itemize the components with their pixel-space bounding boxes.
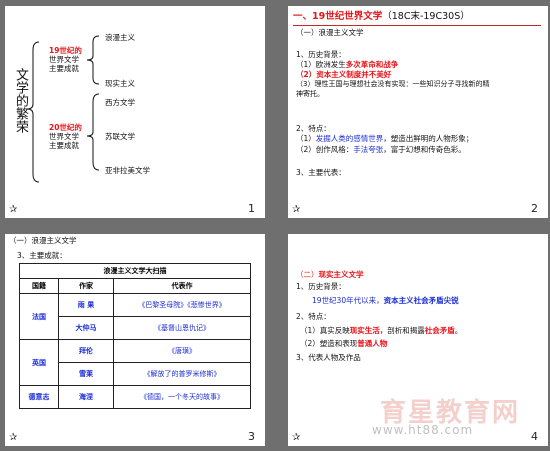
leaf-asia-africa-latam: 亚非拉美文学 bbox=[105, 166, 150, 175]
slide-number: 4 bbox=[531, 430, 538, 443]
background-heading: 1、历史背景： bbox=[296, 50, 346, 59]
achievements-subhead: 3、主要成就： bbox=[17, 251, 67, 260]
table-title: 浪漫主义文学大扫描 bbox=[19, 263, 251, 279]
cell-author: 拜伦 bbox=[58, 339, 114, 363]
cell-country: 德意志 bbox=[19, 385, 59, 409]
star-icon: ✰ bbox=[292, 204, 301, 215]
feature-2: （2）创作风格：手法夸张，富于幻想和传奇色彩。 bbox=[296, 145, 466, 154]
background-item-3b: 神寄托。 bbox=[296, 90, 324, 98]
header-work: 代表作 bbox=[113, 278, 251, 294]
header-author: 作家 bbox=[58, 278, 114, 294]
header-country: 国籍 bbox=[19, 278, 59, 294]
cell-work: 《德国，一个冬天的故事》 bbox=[113, 385, 251, 409]
features-heading: 2、特点： bbox=[296, 124, 331, 133]
section-header: （一）浪漫主义文学 bbox=[9, 236, 77, 245]
cell-author: 海涅 bbox=[58, 385, 114, 409]
background-heading: 1、历史背景： bbox=[296, 282, 346, 291]
cell-work: 《基督山恩仇记》 bbox=[113, 316, 251, 340]
leaf-soviet: 苏联文学 bbox=[105, 132, 135, 141]
slide-number: 2 bbox=[531, 202, 538, 215]
branch1-label: 19世纪的 世界文学 主要成就 bbox=[49, 46, 82, 73]
feature-1: （1）发掘人类的感情世界，塑造出鲜明的人物形象； bbox=[296, 134, 474, 143]
cell-author: 大仲马 bbox=[58, 316, 114, 340]
features-heading: 2、特点： bbox=[296, 312, 331, 321]
cell-author: 雪莱 bbox=[58, 362, 114, 386]
feature-2: （2）塑造和表现普通人物 bbox=[300, 339, 388, 348]
slide-3-thumbnail[interactable]: （一）浪漫主义文学 3、主要成就： 浪漫主义文学大扫描 国籍 作家 代表作 法国… bbox=[5, 234, 265, 446]
leaf-western: 西方文学 bbox=[105, 98, 135, 107]
slide-1-thumbnail[interactable]: 文学的繁荣 19世纪的 世界文学 主要成就 20世纪的 世界文学 主要成就 浪漫… bbox=[5, 6, 265, 218]
background-body: 19世纪30年代以来，资本主义社会矛盾尖锐 bbox=[312, 296, 459, 305]
title-underline bbox=[293, 25, 541, 26]
table-row: 德意志 海涅 《德国，一个冬天的故事》 bbox=[19, 385, 251, 409]
romanticism-table: 浪漫主义文学大扫描 国籍 作家 代表作 法国 雨 果 《巴黎圣母院》《悲惨世界》… bbox=[19, 263, 251, 409]
cell-work: 《巴黎圣母院》《悲惨世界》 bbox=[113, 293, 251, 317]
leaf-realism: 现实主义 bbox=[105, 79, 135, 88]
star-icon: ✰ bbox=[9, 204, 18, 215]
watermark-url: www.ht88.com bbox=[372, 423, 474, 437]
cell-country: 法国 bbox=[19, 293, 59, 340]
cell-country: 英国 bbox=[19, 339, 59, 386]
table-row: 法国 雨 果 《巴黎圣母院》《悲惨世界》 bbox=[19, 293, 251, 340]
cell-work: 《唐璜》 bbox=[113, 339, 251, 363]
background-item-1: （1）欧洲发生多次革命和战争 bbox=[296, 60, 399, 69]
leaf-romanticism: 浪漫主义 bbox=[105, 33, 135, 42]
section-header: （二）现实主义文学 bbox=[296, 270, 364, 279]
table-row: 英国 拜伦 《唐璜》 bbox=[19, 339, 251, 386]
slide-title: 一、19世纪世界文学（18C末-19C30S） bbox=[293, 11, 470, 22]
branch2-label: 20世纪的 世界文学 主要成就 bbox=[49, 123, 82, 150]
achievements-heading: 3、主要代表： bbox=[296, 168, 346, 177]
slide-number: 1 bbox=[248, 202, 255, 215]
cell-author: 雨 果 bbox=[58, 293, 114, 317]
mindmap-braces bbox=[26, 35, 100, 183]
slide-2-thumbnail[interactable]: 一、19世纪世界文学（18C末-19C30S） （一）浪漫主义文学 1、历史背景… bbox=[288, 6, 548, 218]
slide-number: 3 bbox=[248, 430, 255, 443]
star-icon: ✰ bbox=[9, 432, 18, 443]
background-item-3a: （3）理性王国与理想社会没有实现：一些知识分子寻找新的精 bbox=[296, 80, 490, 88]
subtitle: （一）浪漫主义文学 bbox=[296, 28, 364, 37]
feature-1: （1）真实反映现实生活，剖析和揭露社会矛盾。 bbox=[300, 326, 463, 335]
representatives-heading: 3、代表人物及作品 bbox=[296, 353, 361, 362]
background-item-2: （2）资本主义制度并不美好 bbox=[296, 70, 392, 79]
cell-work: 《解放了的普罗米修斯》 bbox=[113, 362, 251, 386]
star-icon: ✰ bbox=[292, 432, 301, 443]
